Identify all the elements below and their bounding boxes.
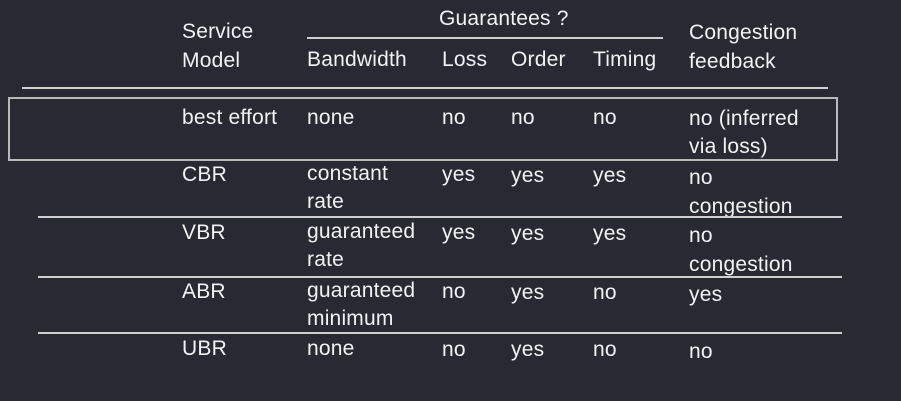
cell-loss: no	[442, 106, 466, 129]
cell-congestion: no	[689, 340, 713, 363]
cell-order: no	[511, 106, 535, 129]
cell-congestion: yes	[689, 283, 723, 306]
cell-loss: yes	[442, 163, 476, 186]
cell-timing: yes	[593, 164, 627, 187]
cell-timing: no	[593, 338, 617, 361]
cell-order: yes	[511, 222, 545, 245]
header-service-model: Service Model	[182, 20, 254, 72]
header-bandwidth: Bandwidth	[307, 48, 407, 71]
cell-congestion: no congestion	[689, 224, 793, 276]
cell-congestion: no (inferred via loss)	[689, 107, 799, 158]
cell-model: best effort	[182, 106, 278, 129]
cell-loss: no	[442, 338, 466, 361]
row-divider	[38, 332, 842, 334]
cell-bandwidth: constant rate	[307, 162, 388, 213]
cell-order: yes	[511, 281, 545, 304]
header-timing: Timing	[593, 48, 657, 71]
header-congestion-feedback: Congestion feedback	[689, 21, 798, 73]
header-loss: Loss	[442, 48, 488, 71]
header-order: Order	[511, 48, 566, 71]
header-rule	[22, 87, 828, 89]
cell-timing: yes	[593, 222, 627, 245]
guarantees-rule	[307, 37, 663, 39]
cell-timing: no	[593, 106, 617, 129]
cell-loss: yes	[442, 221, 476, 244]
cell-model: CBR	[182, 163, 227, 186]
header-guarantees: Guarantees ?	[439, 7, 569, 30]
cell-order: yes	[511, 164, 545, 187]
cell-model: ABR	[182, 280, 226, 303]
cell-bandwidth: none	[307, 337, 355, 360]
cell-congestion: no congestion	[689, 166, 793, 218]
cell-bandwidth: none	[307, 106, 355, 129]
cell-loss: no	[442, 280, 466, 303]
cell-model: VBR	[182, 221, 226, 244]
row-divider	[38, 276, 842, 278]
cell-bandwidth: guaranteed rate	[307, 220, 416, 271]
cell-timing: no	[593, 281, 617, 304]
cell-bandwidth: guaranteed minimum	[307, 279, 416, 330]
row-divider	[38, 216, 842, 218]
cell-order: yes	[511, 338, 545, 361]
cell-model: UBR	[182, 337, 227, 360]
